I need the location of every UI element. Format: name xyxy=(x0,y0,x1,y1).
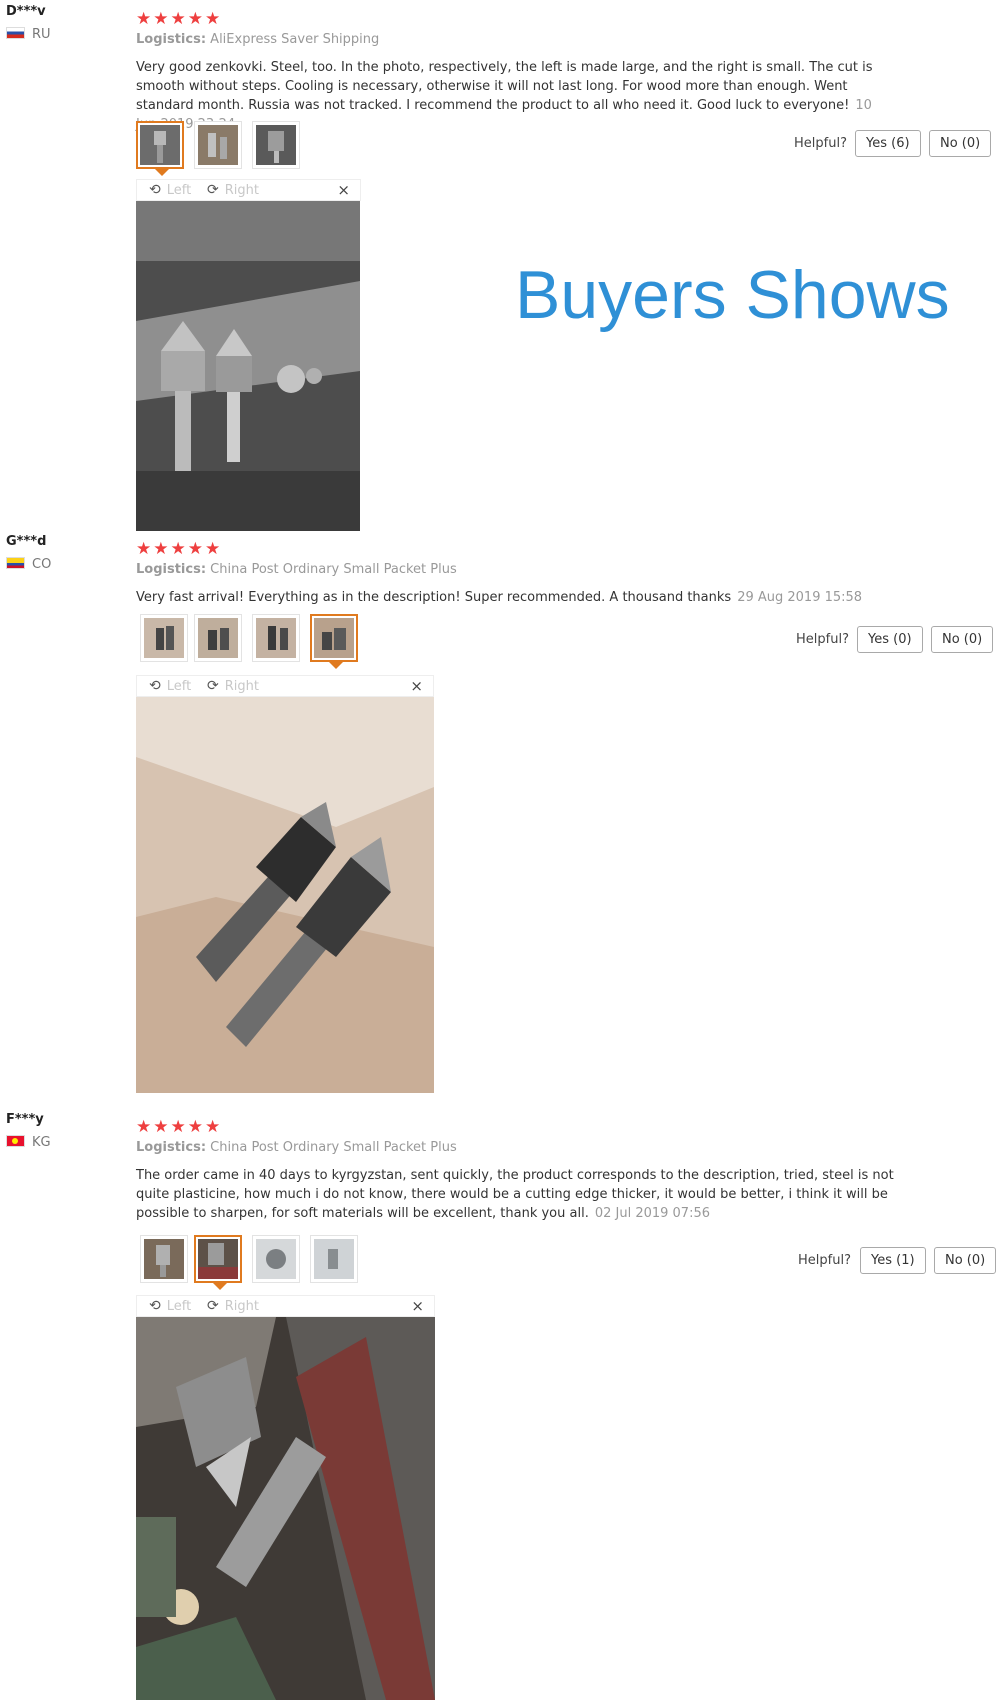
helpful-no-button[interactable]: No (0) xyxy=(931,626,994,653)
reviewer-name: G***d xyxy=(6,534,47,549)
rotate-left-control[interactable]: ⟲ Left xyxy=(149,1298,191,1314)
review-thumbnail[interactable] xyxy=(140,1235,188,1283)
helpful-yes-button[interactable]: Yes (0) xyxy=(857,626,923,653)
rotate-right-icon: ⟳ xyxy=(207,678,219,694)
helpful-label: Helpful? xyxy=(796,632,849,647)
helpful-label: Helpful? xyxy=(798,1253,851,1268)
review-date: 29 Aug 2019 15:58 xyxy=(737,590,863,605)
review-item: D***v RU ★★★★★ Logistics: AliExpress Sav… xyxy=(0,4,1000,534)
helpful-yes-button[interactable]: Yes (6) xyxy=(855,130,921,157)
helpful-label: Helpful? xyxy=(794,136,847,151)
review-thumbnail[interactable] xyxy=(252,1235,300,1283)
review-thumbnail[interactable] xyxy=(310,1235,358,1283)
helpful-yes-button[interactable]: Yes (1) xyxy=(860,1247,926,1274)
review-thumbnail[interactable] xyxy=(252,121,300,169)
review-thumbnail[interactable] xyxy=(310,614,358,669)
review-date: 02 Jul 2019 07:56 xyxy=(594,1206,710,1221)
kyrgyzstan-flag-icon xyxy=(6,1135,25,1147)
reviewer-name: D***v xyxy=(6,4,46,19)
rotate-left-control[interactable]: ⟲ Left xyxy=(149,182,191,198)
colombia-flag-icon xyxy=(6,557,25,569)
review-photo xyxy=(136,201,360,531)
review-item: G***d CO ★★★★★ Logistics: China Post Ord… xyxy=(0,534,1000,1094)
logistics-info: Logistics: China Post Ordinary Small Pac… xyxy=(136,562,457,577)
rotate-left-icon: ⟲ xyxy=(149,678,161,694)
rotate-right-icon: ⟳ xyxy=(207,182,219,198)
review-thumbnail[interactable] xyxy=(140,614,188,662)
rotate-right-control[interactable]: ⟳ Right xyxy=(207,182,259,198)
russia-flag-icon xyxy=(6,27,25,39)
review-text: Very fast arrival! Everything as in the … xyxy=(136,590,863,605)
review-thumbnail[interactable] xyxy=(194,1235,242,1290)
review-thumbnail[interactable] xyxy=(252,614,300,662)
viewer-toolbar: ⟲ Left ⟳ Right × xyxy=(136,179,361,201)
rating-stars: ★★★★★ xyxy=(136,1117,223,1137)
review-item: F***y KG ★★★★★ Logistics: China Post Ord… xyxy=(0,1112,1000,1700)
viewer-toolbar: ⟲ Left ⟳ Right × xyxy=(136,675,434,697)
review-thumbnail[interactable] xyxy=(194,121,242,169)
rotate-right-icon: ⟳ xyxy=(207,1298,219,1314)
close-icon[interactable]: × xyxy=(337,181,350,199)
viewer-toolbar: ⟲ Left ⟳ Right × xyxy=(136,1295,435,1317)
reviewer-country: KG xyxy=(6,1135,51,1150)
rotate-left-control[interactable]: ⟲ Left xyxy=(149,678,191,694)
reviewer-country: CO xyxy=(6,557,51,572)
close-icon[interactable]: × xyxy=(411,1297,424,1315)
logistics-info: Logistics: AliExpress Saver Shipping xyxy=(136,32,380,47)
review-thumbnail[interactable] xyxy=(136,121,184,176)
close-icon[interactable]: × xyxy=(410,677,423,695)
review-photo xyxy=(136,1317,435,1700)
reviewer-name: F***y xyxy=(6,1112,44,1127)
logistics-info: Logistics: China Post Ordinary Small Pac… xyxy=(136,1140,457,1155)
reviewer-country: RU xyxy=(6,27,51,42)
rotate-right-control[interactable]: ⟳ Right xyxy=(207,678,259,694)
review-text: The order came in 40 days to kyrgyzstan,… xyxy=(136,1168,894,1221)
review-photo xyxy=(136,697,434,1093)
helpful-no-button[interactable]: No (0) xyxy=(934,1247,997,1274)
review-text: Very good zenkovki. Steel, too. In the p… xyxy=(136,60,873,132)
rating-stars: ★★★★★ xyxy=(136,9,223,29)
helpful-no-button[interactable]: No (0) xyxy=(929,130,992,157)
rating-stars: ★★★★★ xyxy=(136,539,223,559)
rotate-left-icon: ⟲ xyxy=(149,182,161,198)
review-thumbnail[interactable] xyxy=(194,614,242,662)
rotate-left-icon: ⟲ xyxy=(149,1298,161,1314)
rotate-right-control[interactable]: ⟳ Right xyxy=(207,1298,259,1314)
